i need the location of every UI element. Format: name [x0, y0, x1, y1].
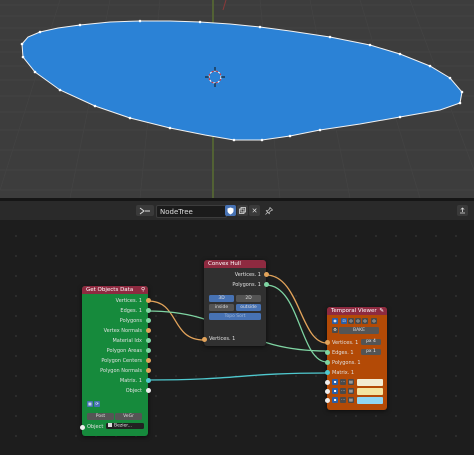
output-polygon-areas: Polygon Areas: [106, 348, 142, 354]
node-editor-header: NodeTree ✕: [0, 201, 474, 220]
socket-object-in[interactable]: [80, 425, 85, 430]
bake-button[interactable]: BAKE: [339, 327, 379, 334]
topo-sort-button[interactable]: Topo Sort: [209, 313, 261, 320]
visibility-eye-icon[interactable]: ◉: [332, 318, 338, 324]
socket-viewer-polygons-in[interactable]: [325, 360, 330, 365]
output-object: Object: [125, 388, 142, 394]
normals-display-icon[interactable]: ◎: [362, 318, 368, 324]
vertex-mode-icon[interactable]: ⋯: [340, 379, 346, 385]
shield-check-icon[interactable]: [225, 205, 236, 216]
close-icon[interactable]: ✕: [249, 205, 260, 216]
input-vertices: Vertices. 1: [332, 340, 359, 346]
edge-display-icon[interactable]: ◎: [348, 318, 354, 324]
node-title: Temporal Viewer ✎: [327, 307, 387, 315]
face-color-toggle-icon[interactable]: ▪: [332, 397, 338, 403]
inside-button[interactable]: inside: [209, 304, 234, 311]
mode-2d-button[interactable]: 2D: [236, 295, 261, 302]
face-mode-icon[interactable]: ⋯: [340, 397, 346, 403]
outside-button[interactable]: outside: [236, 304, 261, 311]
face-color-swatch[interactable]: [357, 397, 383, 404]
vertex-display-icon[interactable]: ⊡: [341, 318, 347, 324]
object-picker[interactable]: Bezier...: [106, 423, 144, 429]
socket-matrix-out[interactable]: [146, 378, 151, 383]
socket-vertex-normals-out[interactable]: [146, 328, 151, 333]
edge-width-field[interactable]: px 1: [361, 349, 381, 355]
input-matrix: Matrix. 1: [332, 370, 355, 376]
output-edges: Edges. 1: [120, 308, 142, 314]
3d-viewport[interactable]: [0, 0, 474, 198]
object-data-icon: [108, 423, 112, 427]
node-tree-type-icon[interactable]: [136, 205, 154, 216]
bake-settings-icon[interactable]: ⚙: [332, 327, 338, 333]
vertex-color-swatch[interactable]: [357, 379, 383, 386]
node-tree-name: NodeTree: [160, 207, 193, 216]
node-title-text: Get Objects Data: [86, 287, 134, 293]
vertex-shade-icon[interactable]: ▤: [348, 379, 354, 385]
output-polygon-normals: Polygon Normals: [100, 368, 142, 374]
output-polygons: Polygons: [119, 318, 142, 324]
edge-color-swatch[interactable]: [357, 388, 383, 395]
socket-polygons-out[interactable]: [146, 318, 151, 323]
edge-color-toggle-icon[interactable]: ▪: [332, 388, 338, 394]
post-button[interactable]: Post: [87, 413, 114, 420]
node-title-text: Temporal Viewer: [331, 308, 377, 314]
socket-hull-vertices-in[interactable]: [202, 337, 207, 342]
face-shade-icon[interactable]: ▤: [348, 397, 354, 403]
input-vertices: Vertices. 1: [209, 336, 236, 342]
node-tree-name-field[interactable]: NodeTree: [156, 205, 227, 218]
output-polygon-centers: Polygon Centers: [101, 358, 142, 364]
mode-icon-a[interactable]: ▦: [87, 401, 93, 407]
output-vertices: Vertices. 1: [115, 298, 142, 304]
mode-icon-b[interactable]: ⟳: [94, 401, 100, 407]
wire-matrix-to-viewer: [147, 372, 328, 381]
node-title: Convex Hull: [204, 260, 266, 268]
output-matrix: Matrix. 1: [119, 378, 142, 384]
socket-object-out[interactable]: [146, 388, 151, 393]
mode-3d-button[interactable]: 3D: [209, 295, 234, 302]
socket-viewer-vertices-in[interactable]: [325, 340, 330, 345]
socket-polygon-centers-out[interactable]: [146, 358, 151, 363]
wire-vertices-to-hull: [147, 300, 205, 341]
vegr-button[interactable]: VeGr: [115, 413, 142, 420]
socket-hull-polygons-out[interactable]: [264, 282, 269, 287]
node-canvas[interactable]: Get Objects Data ⚲ Vertices. 1 Edges. 1 …: [0, 220, 474, 455]
node-convex-hull[interactable]: Convex Hull Vertices. 1 Polygons. 1 3D 2…: [204, 260, 266, 346]
output-material-idx: Material Idx: [112, 338, 142, 344]
socket-viewer-edges-in[interactable]: [325, 350, 330, 355]
socket-vertices-out[interactable]: [146, 298, 151, 303]
node-get-objects-data[interactable]: Get Objects Data ⚲ Vertices. 1 Edges. 1 …: [82, 286, 148, 436]
wire-hull-vertices-to-viewer: [265, 274, 328, 344]
edge-shade-icon[interactable]: ▤: [348, 388, 354, 394]
output-vertex-normals: Vertex Normals: [103, 328, 142, 334]
socket-material-idx-out[interactable]: [146, 338, 151, 343]
input-object-label: Object: [87, 424, 104, 430]
node-temporal-viewer[interactable]: Temporal Viewer ✎ ◉ ⊡ ◎ ◎ ◎ ◎ ⚙ BAKE Ver…: [327, 307, 387, 410]
socket-polygon-normals-out[interactable]: [146, 368, 151, 373]
options-icon[interactable]: ⚲: [141, 286, 145, 294]
pencil-icon[interactable]: ✎: [379, 307, 384, 315]
edge-mode-icon[interactable]: ⋯: [340, 388, 346, 394]
output-polygons: Polygons. 1: [232, 282, 261, 288]
socket-viewer-fcolor-in[interactable]: [325, 398, 330, 403]
light-display-icon[interactable]: ◎: [371, 318, 377, 324]
input-polygons: Polygons. 1: [332, 360, 361, 366]
socket-edges-out[interactable]: [146, 308, 151, 313]
input-edges: Edges. 1: [332, 350, 354, 356]
socket-viewer-matrix-in[interactable]: [325, 370, 330, 375]
vertex-color-toggle-icon[interactable]: ▪: [332, 379, 338, 385]
socket-polygon-areas-out[interactable]: [146, 348, 151, 353]
socket-viewer-vcolor-in[interactable]: [325, 380, 330, 385]
region-toggle-icon[interactable]: [457, 205, 468, 216]
socket-hull-vertices-out[interactable]: [264, 272, 269, 277]
output-vertices: Vertices. 1: [234, 272, 261, 278]
copy-icon[interactable]: [237, 205, 248, 216]
socket-viewer-ecolor-in[interactable]: [325, 389, 330, 394]
node-title: Get Objects Data ⚲: [82, 286, 148, 294]
vertex-size-field[interactable]: px 4: [361, 339, 381, 345]
face-display-icon[interactable]: ◎: [355, 318, 361, 324]
mesh-ellipse[interactable]: [21, 20, 463, 141]
viewport-scene: [0, 0, 474, 198]
pin-icon[interactable]: [263, 205, 274, 216]
